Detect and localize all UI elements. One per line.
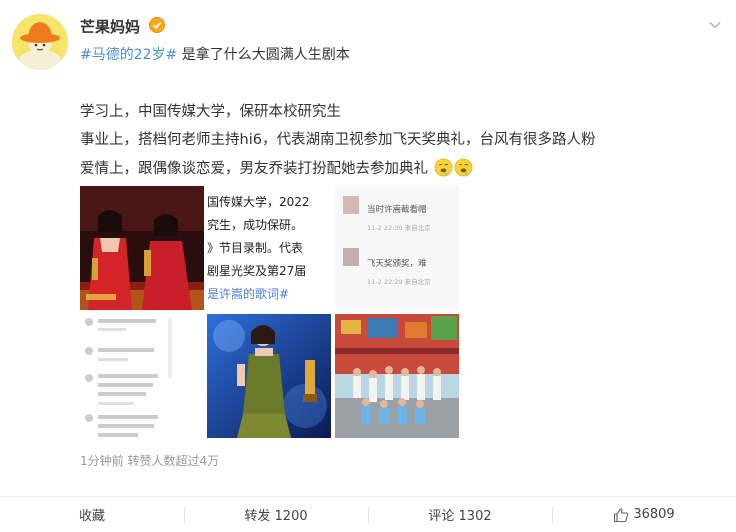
t3-line-3: 飞天奖颁奖，难 (367, 258, 427, 269)
post-line-study: 学习上，中国传媒大学，保研本校研究生 (80, 104, 341, 120)
t2-line-4: 剧星光奖及第27届 (207, 264, 306, 278)
post-first-line: #马德的22岁# 是拿了什么大圆满人生剧本 (80, 44, 350, 64)
collect-button[interactable]: 收藏 (0, 497, 184, 532)
chevron-down-icon[interactable] (708, 20, 722, 30)
image-grid: 国传媒大学，2022 究生，成功保研。 》节目录制。代表 剧星光奖及第27届 是… (80, 186, 460, 438)
repost-button[interactable]: 转发 1200 (184, 497, 368, 532)
screenshot-chat-list[interactable] (80, 314, 204, 438)
t2-line-2: 究生，成功保研。 (207, 217, 303, 232)
username[interactable]: 芒果妈妈 (80, 16, 140, 37)
love-line-text: 爱情上，跟偶像谈恋爱，男友乔装打扮配她去参加典礼 (80, 161, 428, 177)
hashtag-link[interactable]: #马德的22岁# (80, 47, 177, 63)
collect-label: 收藏 (78, 509, 105, 524)
action-bar: 收藏 转发 1200 评论 1302 36809 (0, 496, 736, 532)
t2-line-1: 国传媒大学，2022 (207, 194, 310, 209)
t3-line-4: 11-2 22:29 来自北京 (367, 277, 431, 286)
screenshot-bio-text[interactable]: 国传媒大学，2022 究生，成功保研。 》节目录制。代表 剧星光奖及第27届 是… (207, 186, 331, 310)
weibo-post-card: 芒果妈妈 #马德的22岁# 是拿了什么大圆满人生剧本 学习上，中国传媒大学，保研… (0, 0, 736, 532)
post-line-love: 爱情上，跟偶像谈恋爱，男友乔装打扮配她去参加典礼 (80, 157, 473, 178)
t2-line-3: 》节目录制。代表 (207, 241, 303, 255)
avatar[interactable] (12, 14, 68, 70)
repost-label: 转发 1200 (244, 509, 308, 524)
thumbs-up-icon (614, 507, 629, 522)
first-line-text: 是拿了什么大圆满人生剧本 (177, 47, 350, 63)
comment-button[interactable]: 评论 1302 (368, 497, 552, 532)
like-button[interactable]: 36809 (552, 497, 736, 532)
screenshot-comments[interactable]: 当时许嵩截看帽 11-2 22:30 来自北京 飞天奖颁奖，难 11-2 22:… (335, 186, 459, 310)
post-line-career: 事业上，搭档何老师主持hi6，代表湖南卫视参加飞天奖典礼，台风有很多路人粉 (80, 132, 596, 148)
verified-badge-icon (149, 17, 165, 33)
drooling-face-emoji-icon (434, 158, 453, 177)
photo-award-ceremony[interactable] (80, 186, 204, 310)
comment-label: 评论 1302 (428, 509, 492, 524)
t2-line-5: 是许嵩的歌词# (207, 286, 289, 301)
post-meta: 1分钟前 转赞人数超过4万 (80, 454, 220, 468)
like-count: 36809 (633, 507, 675, 522)
t3-line-1: 当时许嵩截看帽 (367, 204, 427, 215)
drooling-face-emoji-icon (454, 158, 473, 177)
photo-group-street[interactable] (335, 314, 459, 438)
t3-line-2: 11-2 22:30 来自北京 (367, 223, 431, 232)
photo-host-trophy[interactable] (207, 314, 331, 438)
